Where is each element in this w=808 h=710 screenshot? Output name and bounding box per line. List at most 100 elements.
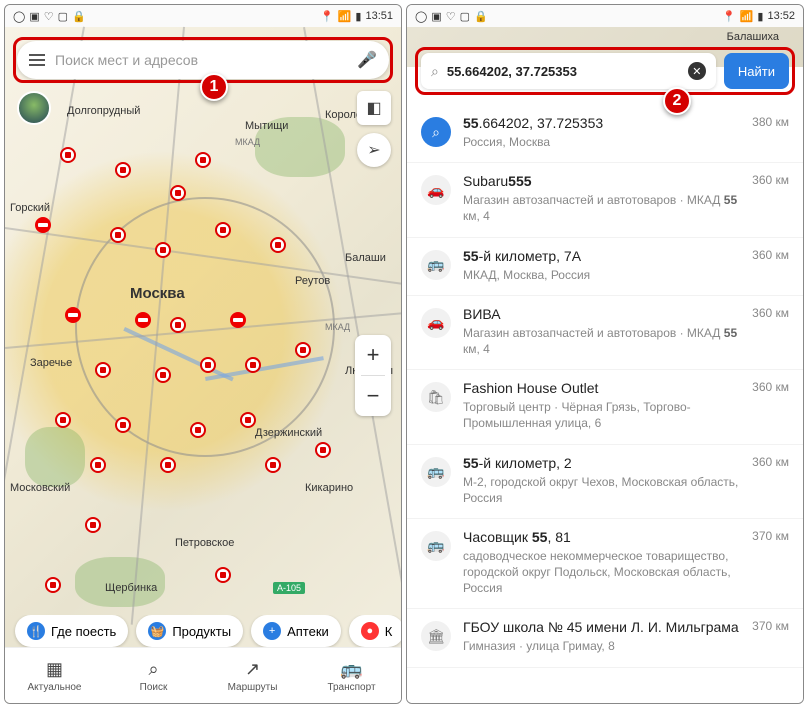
status-circle-icon: ◯ — [13, 10, 25, 23]
chip-food[interactable]: 🍴Где поесть — [15, 615, 128, 647]
result-item[interactable]: 🚌55-й километр, 7АМКАД, Москва, Россия36… — [407, 238, 803, 296]
chip-groceries[interactable]: 🧺Продукты — [136, 615, 243, 647]
signal-icon: 📶 — [338, 10, 352, 23]
status-square-icon: ▢ — [58, 10, 68, 23]
result-subtitle: Торговый центр · Чёрная Грязь, Торгово-П… — [463, 399, 740, 431]
result-distance: 360 км — [752, 455, 789, 506]
traffic-marker[interactable] — [245, 357, 261, 373]
traffic-marker[interactable] — [215, 222, 231, 238]
nav-label: Поиск — [140, 682, 168, 693]
traffic-marker[interactable] — [115, 417, 131, 433]
label-ogorsky: Горский — [10, 202, 50, 214]
user-avatar[interactable] — [17, 91, 51, 125]
status-time: 13:52 — [767, 10, 795, 22]
noentry-marker[interactable] — [135, 312, 151, 328]
result-item[interactable]: 🚗ВИВАМагазин автозапчастей и автотоваров… — [407, 296, 803, 370]
search-highlight — [415, 47, 795, 95]
traffic-marker[interactable] — [170, 185, 186, 201]
traffic-marker[interactable] — [155, 242, 171, 258]
result-body: ВИВАМагазин автозапчастей и автотоваров … — [463, 306, 740, 357]
dot-icon: ● — [361, 622, 379, 640]
park-area — [255, 117, 345, 177]
bus-icon: 🚌 — [340, 659, 362, 680]
traffic-marker[interactable] — [95, 362, 111, 378]
search-highlight — [13, 37, 393, 83]
traffic-marker[interactable] — [215, 567, 231, 583]
search-results[interactable]: ⌕55.664202, 37.725353Россия, Москва380 к… — [407, 105, 803, 703]
traffic-marker[interactable] — [265, 457, 281, 473]
compass-button[interactable]: ➢ — [357, 133, 391, 167]
nav-transport[interactable]: 🚌Транспорт — [302, 648, 401, 703]
layers-button[interactable]: ◧ — [357, 91, 391, 125]
traffic-marker[interactable] — [240, 412, 256, 428]
result-title: Subaru555 — [463, 173, 740, 189]
result-distance: 360 км — [752, 248, 789, 283]
traffic-marker[interactable] — [90, 457, 106, 473]
chip-more[interactable]: ●К — [349, 615, 401, 647]
nav-label: Маршруты — [228, 682, 278, 693]
result-title: 55.664202, 37.725353 — [463, 115, 740, 131]
result-distance: 360 км — [752, 306, 789, 357]
traffic-marker[interactable] — [60, 147, 76, 163]
traffic-marker[interactable] — [155, 367, 171, 383]
result-distance: 370 км — [752, 529, 789, 597]
result-title: ГБОУ школа № 45 имени Л. И. Мильграма — [463, 619, 740, 635]
traffic-marker[interactable] — [160, 457, 176, 473]
traffic-marker[interactable] — [270, 237, 286, 253]
traffic-marker[interactable] — [115, 162, 131, 178]
result-item[interactable]: 🛍Fashion House OutletТорговый центр · Чё… — [407, 370, 803, 444]
traffic-marker[interactable] — [295, 342, 311, 358]
status-lock-icon: 🔒 — [474, 10, 488, 23]
result-body: Subaru555Магазин автозапчастей и автотов… — [463, 173, 740, 224]
chip-label: Где поесть — [51, 624, 116, 639]
result-type-icon: 🚗 — [421, 175, 451, 205]
signal-icon: 📶 — [740, 10, 754, 23]
result-title: Fashion House Outlet — [463, 380, 740, 396]
label-petrovskoe: Петровское — [175, 537, 234, 549]
traffic-marker[interactable] — [195, 152, 211, 168]
zoom-control: + − — [355, 335, 391, 416]
traffic-marker[interactable] — [110, 227, 126, 243]
callout-2: 2 — [663, 87, 691, 115]
nav-actual[interactable]: ▦Актуальное — [5, 648, 104, 703]
traffic-marker[interactable] — [315, 442, 331, 458]
traffic-marker[interactable] — [55, 412, 71, 428]
traffic-marker[interactable] — [85, 517, 101, 533]
result-title: ВИВА — [463, 306, 740, 322]
label-balashiha: Балашиха — [727, 31, 779, 43]
phone-right: ◯ ▣ ♡ ▢ 🔒 📍 📶 ▮ 13:52 Балашиха ⌕ 55.6642… — [406, 4, 804, 704]
result-item[interactable]: 🚌55-й километр, 2М-2, городской округ Че… — [407, 445, 803, 519]
result-type-icon: 🏛 — [421, 621, 451, 651]
noentry-marker[interactable] — [230, 312, 246, 328]
status-camera-icon: ▣ — [29, 10, 39, 23]
status-shield-icon: ♡ — [44, 10, 54, 23]
traffic-marker[interactable] — [190, 422, 206, 438]
result-item[interactable]: 🚌Часовщик 55, 81садоводческое некоммерче… — [407, 519, 803, 610]
map-canvas[interactable]: Долгопрудный Мытищи Королёв Горский Моск… — [5, 27, 401, 703]
result-subtitle: Гимназия · улица Гримау, 8 — [463, 638, 740, 654]
result-item[interactable]: 🏛 ГБОУ школа № 45 имени Л. И. Мильграма Ги… — [407, 609, 803, 667]
traffic-marker[interactable] — [45, 577, 61, 593]
battery-icon: ▮ — [355, 10, 361, 23]
chip-label: Продукты — [172, 624, 231, 639]
noentry-marker[interactable] — [65, 307, 81, 323]
chip-label: К — [385, 624, 393, 639]
search-icon: ⌕ — [148, 659, 158, 680]
result-body: 55-й километр, 7АМКАД, Москва, Россия — [463, 248, 740, 283]
result-item[interactable]: 🚗 Subaru555Магазин автозапчастей и автото… — [407, 163, 803, 237]
noentry-marker[interactable] — [35, 217, 51, 233]
nav-routes[interactable]: ↗Маршруты — [203, 648, 302, 703]
status-shield-icon: ♡ — [446, 10, 456, 23]
chip-label: Аптеки — [287, 624, 329, 639]
result-distance: 360 км — [752, 380, 789, 431]
nav-search[interactable]: ⌕ Поиск — [104, 648, 203, 703]
traffic-marker[interactable] — [170, 317, 186, 333]
result-distance: 370 км — [752, 619, 789, 654]
traffic-marker[interactable] — [200, 357, 216, 373]
zoom-in-button[interactable]: + — [355, 335, 391, 375]
zoom-out-button[interactable]: − — [355, 376, 391, 416]
result-body: 55-й километр, 2М-2, городской округ Чех… — [463, 455, 740, 506]
chip-pharmacy[interactable]: +Аптеки — [251, 615, 341, 647]
status-camera-icon: ▣ — [431, 10, 441, 23]
result-item[interactable]: ⌕55.664202, 37.725353Россия, Москва380 к… — [407, 105, 803, 163]
